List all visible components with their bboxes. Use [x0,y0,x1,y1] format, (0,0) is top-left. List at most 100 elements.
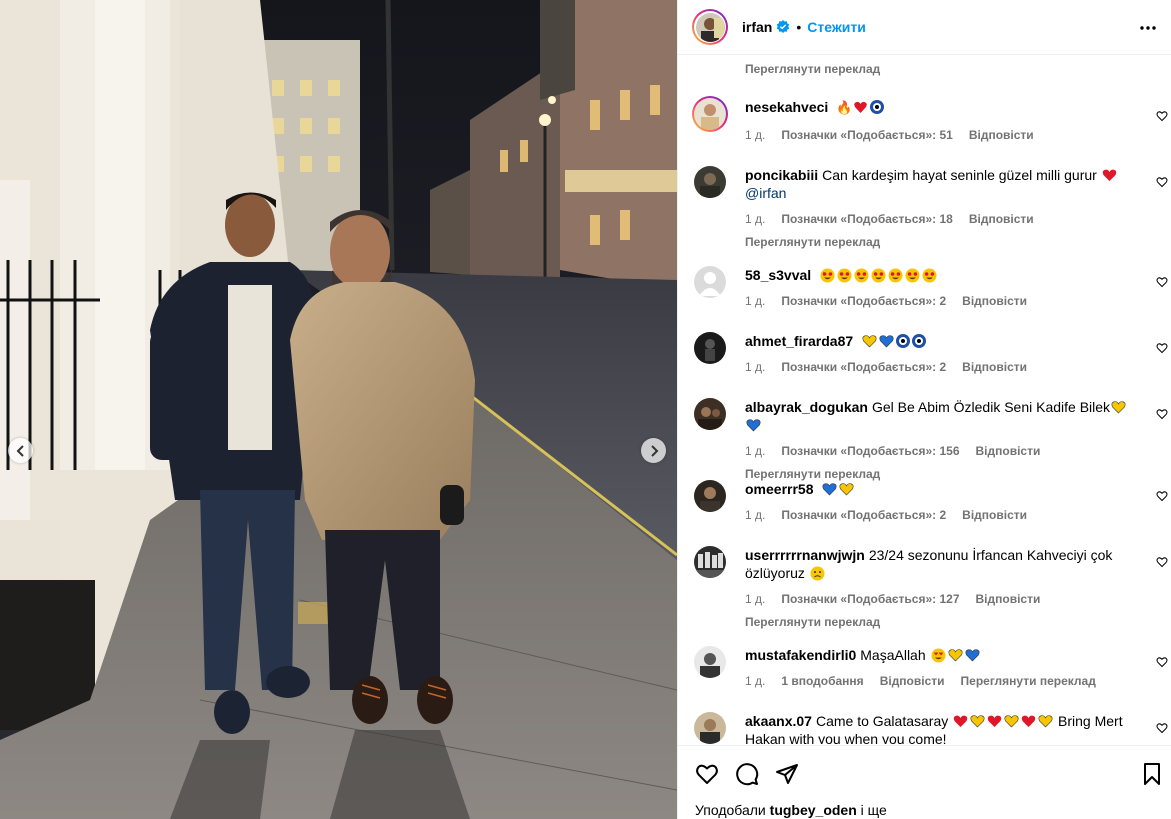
comment-likes[interactable]: Позначки «Подобається»: 2 [781,506,946,524]
comment-like-icon[interactable] [1156,490,1168,502]
blue-heart-emoji [822,483,837,496]
prev-image-button[interactable] [8,438,33,463]
comment-username[interactable]: mustafakendirli0 [745,647,856,663]
comment-time[interactable]: 1 д. [745,672,765,690]
reply-button[interactable]: Відповісти [962,292,1027,310]
comment-time[interactable]: 1 д. [745,506,765,524]
comment-like-icon[interactable] [1156,342,1168,354]
liked-prefix: Уподобали [695,802,766,818]
paper-plane-icon[interactable] [775,762,799,786]
comment-time[interactable]: 1 д. [745,210,765,228]
see-translation-link[interactable]: Переглянути переклад [745,62,880,76]
street-night-photo [0,0,677,819]
yellow-heart-emoji [1111,401,1126,414]
nazar-emoji [870,100,885,114]
yellow-heart-emoji [862,335,877,348]
liked-by-text[interactable]: Уподобали tugbey_oden і ще [695,802,887,818]
comment-likes[interactable]: Позначки «Подобається»: 2 [781,292,946,310]
see-translation-link[interactable]: Переглянути переклад [745,613,1135,631]
comment-likes[interactable]: Позначки «Подобається»: 2 [781,358,946,376]
blue-heart-emoji [746,419,761,432]
comment-text: MaşaAllah [860,647,926,663]
chevron-left-icon [16,444,24,457]
post-photo[interactable] [0,0,677,819]
commenter-avatar[interactable] [694,712,726,744]
comment-likes[interactable]: Позначки «Подобається»: 156 [781,442,959,460]
nazar-emoji [896,334,911,348]
comment-username[interactable]: albayrak_dogukan [745,399,868,415]
comment-mention[interactable]: @irfan [745,185,786,201]
comment-like-icon[interactable] [1156,276,1168,288]
star-struck-emojis [819,267,938,283]
post-header: irfan • Стежити [678,0,1171,55]
reply-button[interactable]: Відповісти [976,442,1041,460]
follow-button[interactable]: Стежити [807,19,866,35]
comment-time[interactable]: 1 д. [745,126,765,144]
fire-emoji: 🔥 [836,101,853,116]
comment-text: Gel Be Abim Özledik Seni Kadife Bilek [871,399,1111,415]
comment-username[interactable]: nesekahveci [745,99,828,115]
comment-like-icon[interactable] [1156,408,1168,420]
verified-badge-icon [777,20,790,33]
red-heart-emoji [987,715,1002,727]
comment-username[interactable]: omeerrr58 [745,481,814,497]
bookmark-icon[interactable] [1140,762,1164,786]
more-dots-icon[interactable] [1138,18,1158,38]
reply-button[interactable]: Відповісти [962,506,1027,524]
yellow-heart-emoji [970,715,985,728]
reply-button[interactable]: Відповісти [969,126,1034,144]
see-translation-link[interactable]: Переглянути переклад [961,672,1096,690]
comment-time[interactable]: 1 д. [745,358,765,376]
nazar-emoji [912,334,927,348]
commenter-avatar[interactable] [694,332,726,364]
commenter-avatar[interactable] [694,266,726,298]
yellow-heart-emoji [1038,715,1053,728]
comment-likes[interactable]: 1 вподобання [781,672,863,690]
commenter-avatar[interactable] [694,398,726,430]
reply-button[interactable]: Відповісти [969,210,1034,228]
post-actions-bar: Уподобали tugbey_oden і ще [678,745,1171,819]
comment-time[interactable]: 1 д. [745,292,765,310]
author-avatar[interactable] [692,9,728,45]
comment-like-icon[interactable] [1156,656,1168,668]
comment-time[interactable]: 1 д. [745,442,765,460]
comment-username[interactable]: poncikabiii [745,167,818,183]
comments-list[interactable]: Переглянути переклад nesekahveci 🔥 1 д. … [678,56,1171,744]
author-username[interactable]: irfan [742,19,772,35]
heart-eyes-emoji [931,648,946,663]
comment-time[interactable]: 1 д. [745,590,765,608]
comment-likes[interactable]: Позначки «Подобається»: 18 [781,210,952,228]
comment-username[interactable]: 58_s3vval [745,267,811,283]
reply-button[interactable]: Відповісти [976,590,1041,608]
yellow-heart-emoji [948,649,963,662]
comment-username[interactable]: ahmet_firarda87 [745,333,853,349]
heart-exclamation-emoji [854,101,868,113]
blue-heart-emoji [965,649,980,662]
comment-text: Can kardeşim hayat seninle güzel milli g… [822,167,1097,183]
reply-button[interactable]: Відповісти [880,672,945,690]
comment-likes[interactable]: Позначки «Подобається»: 51 [781,126,952,144]
next-image-button[interactable] [641,438,666,463]
avatar-image [695,12,725,42]
commenter-avatar[interactable] [692,96,728,132]
comment-like-icon[interactable] [1156,722,1168,734]
commenter-avatar[interactable] [694,546,726,578]
comment-like-icon[interactable] [1156,176,1168,188]
see-translation-link[interactable]: Переглянути переклад [745,233,1135,251]
comment-like-icon[interactable] [1156,556,1168,568]
heart-outline-icon[interactable] [695,762,719,786]
comment-like-icon[interactable] [1156,110,1168,122]
comments-panel: irfan • Стежити Переглянути переклад nes… [677,0,1171,819]
commenter-avatar[interactable] [694,166,726,198]
blue-heart-emoji [879,335,894,348]
liked-suffix[interactable]: і ще [861,802,887,818]
comment-likes[interactable]: Позначки «Подобається»: 127 [781,590,959,608]
liked-user[interactable]: tugbey_oden [770,802,857,818]
reply-button[interactable]: Відповісти [962,358,1027,376]
red-heart-emoji [953,715,968,727]
comment-bubble-icon[interactable] [735,762,759,786]
commenter-avatar[interactable] [694,480,726,512]
commenter-avatar[interactable] [694,646,726,678]
comment-username[interactable]: akaanx.07 [745,713,812,729]
comment-username[interactable]: userrrrrrnanwjwjn [745,547,865,563]
